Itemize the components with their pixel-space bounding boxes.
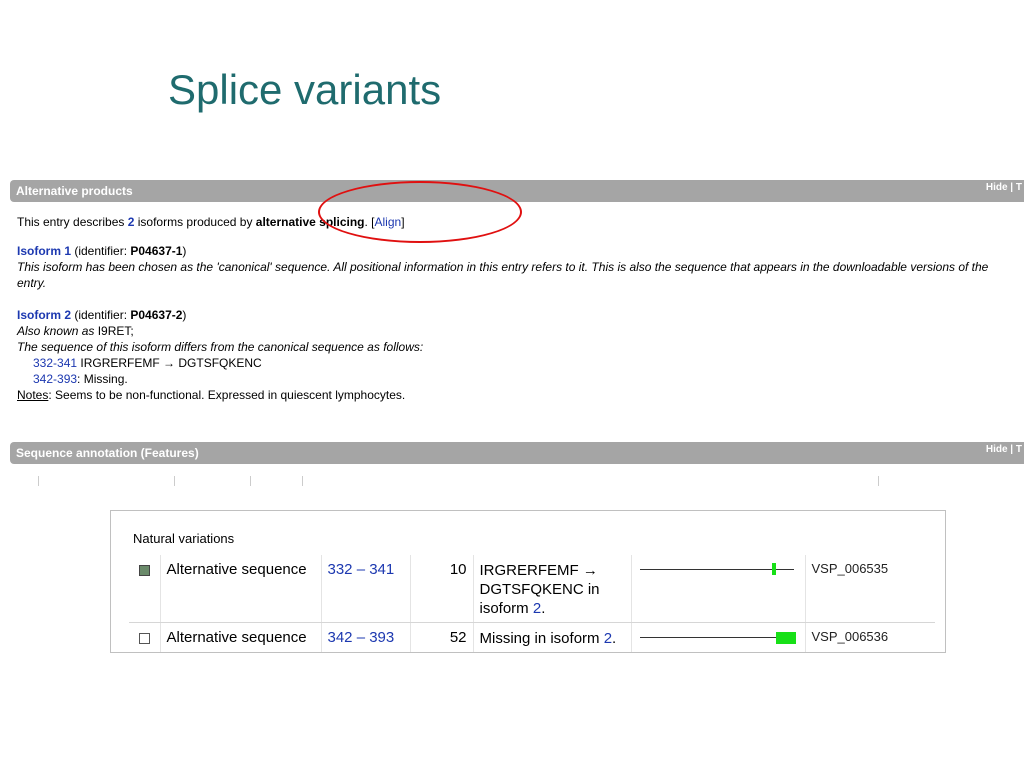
position-link[interactable]: 342 – 393 xyxy=(328,629,395,646)
isoform-1-link[interactable]: Isoform 1 xyxy=(17,244,71,258)
natural-variations-panel: Natural variations Alternative sequence … xyxy=(110,510,946,653)
desc-suffix: . xyxy=(541,600,546,617)
row-checkbox[interactable] xyxy=(139,633,150,644)
hide-toggle[interactable]: Hide | T xyxy=(986,182,1022,193)
table-row: Alternative sequence 332 – 341 10 IRGRER… xyxy=(129,555,935,623)
id-prefix: (identifier: xyxy=(71,308,131,322)
position-link[interactable]: 332 – 341 xyxy=(328,561,395,578)
natural-variations-table: Alternative sequence 332 – 341 10 IRGRER… xyxy=(129,555,935,652)
feature-id: VSP_006535 xyxy=(805,555,935,623)
variant-mark xyxy=(771,563,776,575)
diff-text: IRGRERFEMF → DGTSFQKENC xyxy=(77,356,262,370)
feature-id: VSP_006536 xyxy=(811,629,889,644)
alternative-products-header[interactable]: Alternative products Hide | T xyxy=(10,180,1024,202)
feature-name: Alternative sequence xyxy=(160,555,322,623)
isoform-2-notes: Notes: Seems to be non-functional. Expre… xyxy=(17,387,1007,403)
feature-graphic xyxy=(631,555,806,623)
natural-variations-title: Natural variations xyxy=(133,531,235,546)
diff-text: : Missing. xyxy=(77,372,128,386)
feature-graphic xyxy=(631,622,806,652)
isoform-1-heading: Isoform 1 (identifier: P04637-1) xyxy=(17,243,1007,259)
section-title: Alternative products xyxy=(16,184,133,198)
desc-text: Missing in isoform xyxy=(479,630,604,647)
id-prefix: (identifier: xyxy=(71,244,131,258)
sequence-track xyxy=(639,637,794,638)
section-title: Sequence annotation (Features) xyxy=(16,446,199,460)
isoform-2-heading: Isoform 2 (identifier: P04637-2) xyxy=(17,307,1007,323)
table-row: Alternative sequence 342 – 393 52 Missin… xyxy=(129,622,935,652)
diff-row: 342-393: Missing. xyxy=(17,371,1007,387)
hide-toggle[interactable]: Hide | T xyxy=(986,444,1022,455)
cropped-table-header xyxy=(38,476,998,486)
isoform-2-diff-text: The sequence of this isoform differs fro… xyxy=(17,340,424,354)
intro-middle: isoforms produced by xyxy=(134,215,256,229)
isoform-2-aka: Also known as I9RET; xyxy=(17,323,1007,339)
feature-length: 52 xyxy=(410,622,474,652)
row-checkbox[interactable] xyxy=(139,565,150,576)
isoform-2-link[interactable]: Isoform 2 xyxy=(17,308,71,322)
isoform-2-id: P04637-2 xyxy=(130,308,183,322)
isoform-2-block: Isoform 2 (identifier: P04637-2) Also kn… xyxy=(17,307,1007,403)
highlight-ellipse xyxy=(318,181,522,243)
isoform-1-note: This isoform has been chosen as the 'can… xyxy=(17,260,989,290)
feature-name: Alternative sequence xyxy=(160,622,322,652)
notes-text: : Seems to be non-functional. Expressed … xyxy=(48,388,406,402)
slide-title: Splice variants xyxy=(168,66,442,113)
desc-suffix: . xyxy=(612,630,617,647)
diff-range-link[interactable]: 342-393 xyxy=(33,372,77,386)
aka-value: I9RET; xyxy=(94,324,134,338)
id-suffix: ) xyxy=(182,308,187,322)
id-suffix: ) xyxy=(182,244,187,258)
feature-length: 10 xyxy=(410,555,474,623)
sequence-annotation-header[interactable]: Sequence annotation (Features) Hide | T xyxy=(10,442,1024,464)
isoform-link[interactable]: 2 xyxy=(533,600,541,617)
variant-mark xyxy=(775,632,796,644)
intro-prefix: This entry describes xyxy=(17,215,128,229)
isoform-link[interactable]: 2 xyxy=(604,630,612,647)
feature-description: Missing in isoform 2. xyxy=(473,622,632,652)
isoform-1-block: Isoform 1 (identifier: P04637-1) This is… xyxy=(17,243,1007,291)
diff-row: 332-341 IRGRERFEMF → DGTSFQKENC xyxy=(17,355,1007,371)
notes-label: Notes xyxy=(17,388,49,402)
isoform-1-id: P04637-1 xyxy=(130,244,183,258)
diff-range-link[interactable]: 332-341 xyxy=(33,356,77,370)
aka-label: Also known as xyxy=(17,324,95,338)
feature-description: IRGRERFEMF → DGTSFQKENC in isoform 2. xyxy=(473,555,632,623)
sequence-track xyxy=(639,569,794,570)
